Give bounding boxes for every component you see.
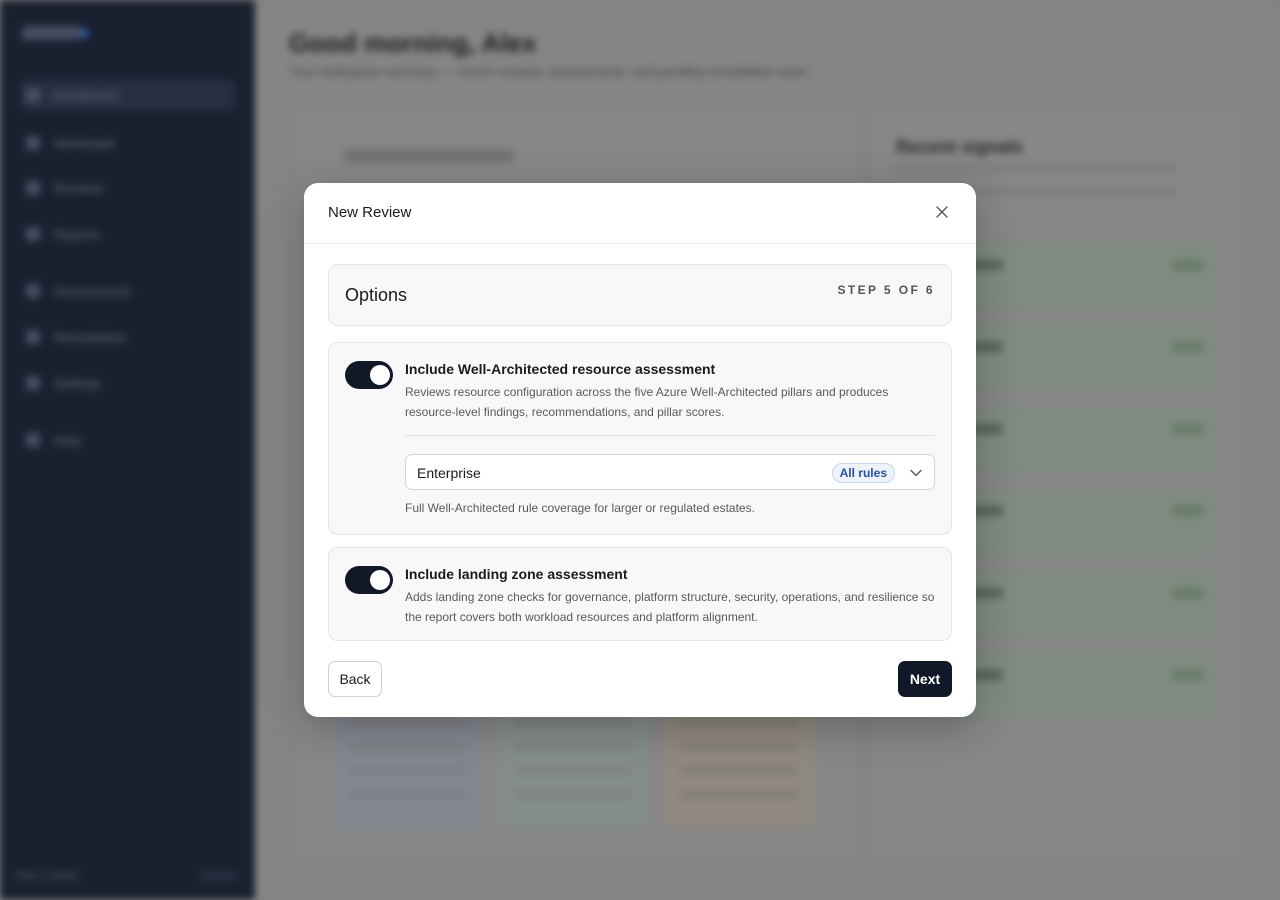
option-description: Adds landing zone checks for governance,…	[405, 590, 935, 624]
step-title: Options	[345, 285, 408, 305]
new-review-dialog: New Review Options STEP 5 OF 6 Include W…	[304, 183, 976, 717]
dialog-title: New Review	[328, 204, 412, 221]
toggle-knob	[370, 365, 390, 385]
landing-zone-toggle[interactable]	[345, 566, 393, 594]
ruleset-select-value: Enterprise	[417, 465, 481, 481]
chevron-down-icon	[909, 466, 923, 480]
resource-assessment-toggle[interactable]	[345, 361, 393, 389]
dialog-header: New Review	[304, 183, 976, 244]
option-card-resource-assessment: Include Well-Architected resource assess…	[328, 342, 952, 535]
back-button[interactable]: Back	[328, 661, 382, 697]
option-title: Include Well-Architected resource assess…	[405, 361, 716, 377]
option-description: Reviews resource configuration across th…	[405, 385, 889, 419]
option-title: Include landing zone assessment	[405, 566, 628, 582]
next-button[interactable]: Next	[898, 661, 952, 697]
toggle-knob	[370, 570, 390, 590]
option-card-landing-zone: Include landing zone assessment Adds lan…	[328, 547, 952, 641]
ruleset-badge: All rules	[831, 463, 895, 483]
ruleset-help-text: Full Well-Architected rule coverage for …	[405, 501, 755, 515]
divider	[405, 435, 935, 436]
step-counter: STEP 5 OF 6	[837, 283, 935, 297]
step-header: Options STEP 5 OF 6	[328, 264, 952, 326]
ruleset-select[interactable]: Enterprise All rules	[405, 454, 935, 490]
close-icon[interactable]	[934, 204, 950, 220]
